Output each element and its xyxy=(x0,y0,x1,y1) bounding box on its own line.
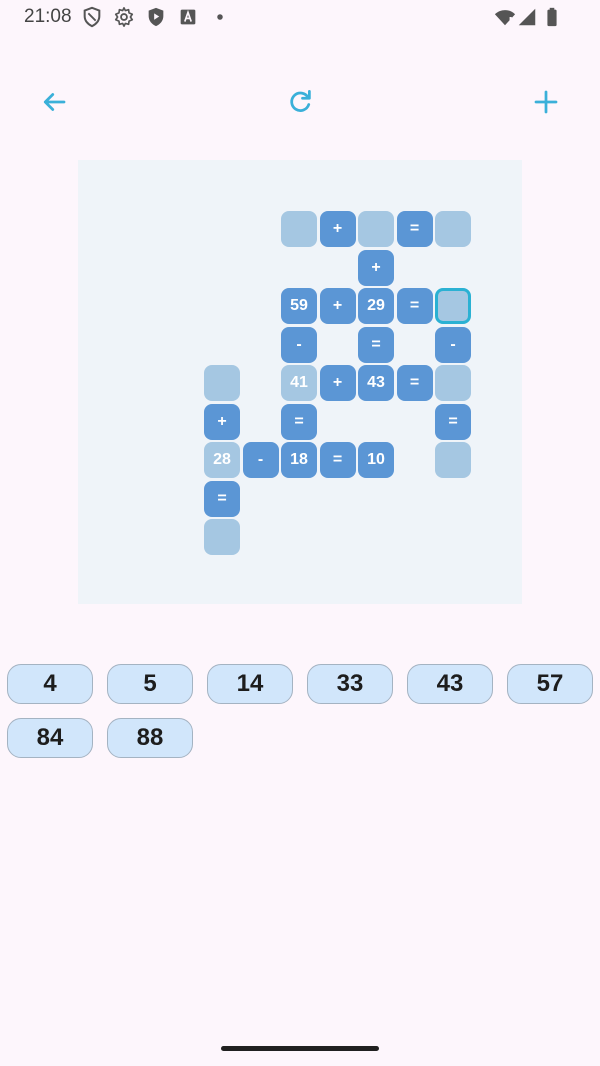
board-cell-minus-operator: - xyxy=(242,442,279,478)
board-cell-equals-operator: = xyxy=(435,403,471,440)
board-cell-empty[interactable] xyxy=(435,365,471,401)
board-cell-given-number: 59 xyxy=(281,288,317,324)
play-protect-icon xyxy=(145,6,167,28)
board-cell-equals-operator: = xyxy=(281,403,317,440)
plus-icon xyxy=(534,90,558,114)
board-cell-empty[interactable] xyxy=(435,211,471,247)
board-cell-placed-number[interactable]: 28 xyxy=(204,442,240,478)
gear-icon xyxy=(113,6,135,28)
number-tile[interactable]: 4 xyxy=(7,664,93,704)
board-cell-equals-operator: = xyxy=(396,288,433,324)
wifi-icon xyxy=(494,6,516,28)
number-tile[interactable]: 57 xyxy=(507,664,593,704)
board-cell-given-number: 29 xyxy=(358,288,394,324)
number-tile[interactable]: 43 xyxy=(407,664,493,704)
board-cell-plus-operator: + xyxy=(319,211,356,247)
puzzle-board: + = +59 +29 = - = -41 +43 = + = = 28-18 = 10 = xyxy=(78,160,522,604)
refresh-icon xyxy=(290,90,311,112)
number-tile[interactable]: 14 xyxy=(207,664,293,704)
board-cell-plus-operator: + xyxy=(204,403,240,440)
board-cell-equals-operator: = xyxy=(396,211,433,247)
board-cell-empty[interactable] xyxy=(204,519,240,555)
status-time: 21:08 xyxy=(24,6,72,27)
board-cell-given-number: 43 xyxy=(358,365,394,401)
board-cell-equals-operator: = xyxy=(319,442,356,478)
board-cell-minus-operator: - xyxy=(435,326,471,363)
shield-icon xyxy=(81,6,103,28)
board-cell-given-number: 10 xyxy=(358,442,394,478)
board-cell-equals-operator: = xyxy=(396,365,433,401)
board-cell-given-number: 18 xyxy=(281,442,317,478)
board-cell-placed-number[interactable]: 41 xyxy=(281,365,317,401)
dot-icon xyxy=(209,6,231,28)
refresh-button[interactable] xyxy=(276,78,324,126)
number-tile[interactable]: 5 xyxy=(107,664,193,704)
board-cell-empty[interactable] xyxy=(281,211,317,247)
board-cell-empty-selected[interactable] xyxy=(435,288,471,324)
board-cell-plus-operator: + xyxy=(319,288,356,324)
signal-icon xyxy=(516,6,538,28)
board-cell-equals-operator: = xyxy=(358,326,394,363)
status-bar: 21:08 xyxy=(0,0,600,36)
number-tile[interactable]: 88 xyxy=(107,718,193,758)
new-game-button[interactable] xyxy=(522,78,570,126)
board-cell-plus-operator: + xyxy=(358,249,394,286)
board-cell-empty[interactable] xyxy=(435,442,471,478)
board-cell-equals-operator: = xyxy=(204,480,240,517)
font-a-icon xyxy=(177,6,199,28)
back-button[interactable] xyxy=(30,78,78,126)
number-tile[interactable]: 33 xyxy=(307,664,393,704)
battery-icon xyxy=(541,6,563,28)
home-indicator[interactable] xyxy=(221,1046,379,1051)
board-cell-plus-operator: + xyxy=(319,365,356,401)
arrow-left-icon xyxy=(43,93,66,111)
board-cell-minus-operator: - xyxy=(281,326,317,363)
board-cell-empty[interactable] xyxy=(358,211,394,247)
number-tile[interactable]: 84 xyxy=(7,718,93,758)
board-cell-empty[interactable] xyxy=(204,365,240,401)
